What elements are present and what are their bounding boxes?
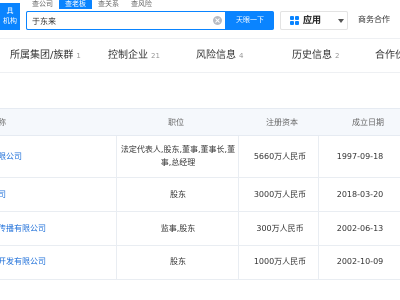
date-cell: 2002-10-09 [336,257,384,266]
search-tab-company[interactable]: 查公司 [26,0,59,9]
company-name-link[interactable]: 传播有限公司 [0,222,46,235]
search-tab-risk[interactable]: 查风险 [125,0,158,9]
tab-risk-info[interactable]: 风险信息 4 [196,49,243,63]
date-cell: 1997-09-18 [336,152,384,161]
tab-label: 历史信息 [292,50,332,61]
tab-partners[interactable]: 合作伙 [375,49,400,63]
grid-icon [290,16,300,26]
business-cooperation-link[interactable]: 商务合作 [358,14,390,26]
table-header: 称 职位 注册资本 成立日期 [0,108,400,136]
clear-icon[interactable] [213,16,222,25]
search-button[interactable]: 天眼一下 [226,11,274,30]
capital-cell: 1000万人民币 [253,257,307,266]
tab-group[interactable]: 所属集团/族群 1 [10,49,81,63]
table-row: 限公司 法定代表人,股东,董事,董事长,董事,总经理 5660万人民币 1997… [0,136,400,178]
search-input[interactable] [32,15,202,27]
search-tab-boss[interactable]: 查老板 [59,0,92,9]
tab-count: 1 [76,52,81,60]
app-menu-button[interactable]: 应用 [280,11,348,30]
col-header-position: 职位 [168,118,184,127]
position-cell: 股东 [170,190,186,199]
tab-controlled-companies[interactable]: 控制企业 21 [108,49,160,63]
top-header: 具 机构 查公司 查老板 查关系 查风险 天眼一下 应用 商务合作 [0,0,400,32]
logo-line-2: 机构 [3,17,17,25]
table-row: 传播有限公司 监事,股东 300万人民币 2002-06-13 [0,212,400,246]
tab-history-info[interactable]: 历史信息 2 [292,49,339,63]
capital-cell: 300万人民币 [256,224,304,233]
table-row: 司 股东 3000万人民币 2018-03-20 [0,178,400,212]
tab-count: 2 [335,52,340,60]
tab-count: 4 [239,52,244,60]
position-cell: 法定代表人,股东,董事,董事长,董事,总经理 [120,145,236,167]
table-row: 开发有限公司 股东 1000万人民币 2002-10-09 [0,246,400,280]
tab-label: 控制企业 [108,50,148,61]
search-box [26,11,226,30]
capital-cell: 5660万人民币 [253,152,307,161]
tab-label: 合作伙 [375,50,400,61]
date-cell: 2002-06-13 [336,224,384,233]
position-cell: 股东 [170,257,186,266]
company-name-link[interactable]: 限公司 [0,150,22,163]
date-cell: 2018-03-20 [336,190,384,199]
tab-label: 所属集团/族群 [10,50,74,61]
logo[interactable]: 具 机构 [0,3,20,30]
tab-label: 风险信息 [196,50,236,61]
col-header-date: 成立日期 [352,118,384,127]
search-type-tabs: 查公司 查老板 查关系 查风险 [26,0,158,9]
company-name-link[interactable]: 开发有限公司 [0,255,46,268]
logo-line-1: 具 [6,7,14,15]
col-header-name: 称 [0,118,6,127]
col-header-capital: 注册资本 [266,118,298,127]
company-name-link[interactable]: 司 [0,188,6,201]
capital-cell: 3000万人民币 [253,190,307,199]
category-tabs: 所属集团/族群1 控制企业21 风险信息4 历史信息2 合作伙 [0,38,400,73]
tab-count: 21 [151,52,160,60]
search-tab-relation[interactable]: 查关系 [92,0,125,9]
position-cell: 监事,股东 [160,224,196,233]
chevron-down-icon [338,19,344,23]
app-menu-label: 应用 [303,16,322,26]
